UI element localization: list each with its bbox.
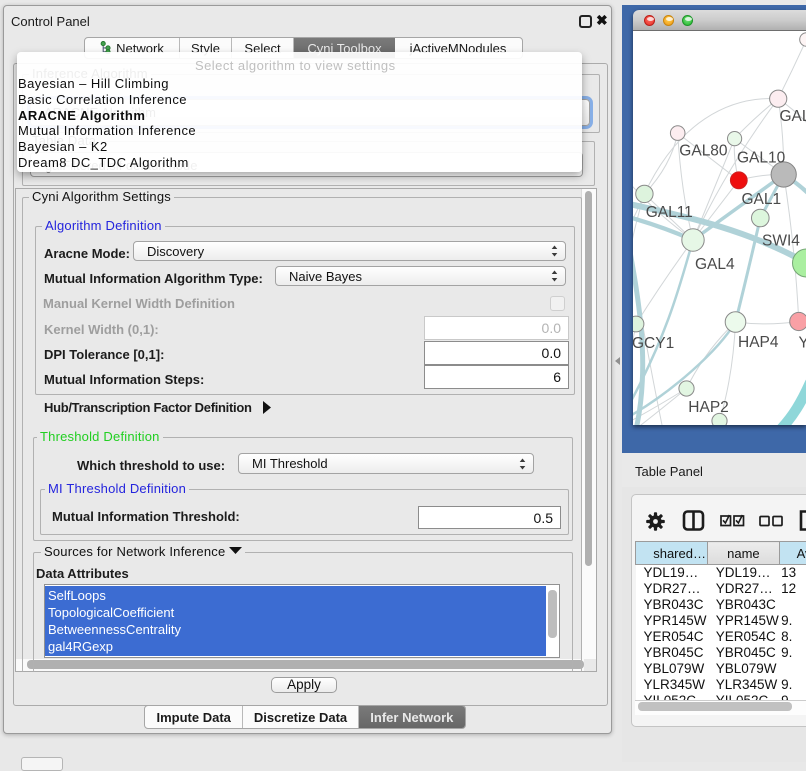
svg-text:YD: YD bbox=[799, 335, 806, 352]
svg-text:HAP4: HAP4 bbox=[738, 334, 779, 351]
svg-text:HAP2: HAP2 bbox=[688, 399, 729, 416]
svg-text:GAL11: GAL11 bbox=[646, 204, 693, 221]
svg-text:SWI4: SWI4 bbox=[762, 233, 800, 250]
svg-text:GAL10: GAL10 bbox=[737, 150, 786, 167]
svg-text:GAL2: GAL2 bbox=[780, 108, 806, 125]
svg-text:GAL80: GAL80 bbox=[679, 143, 728, 160]
svg-text:GCY1: GCY1 bbox=[633, 335, 674, 352]
svg-text:GAL4: GAL4 bbox=[695, 256, 735, 273]
svg-text:GAL1: GAL1 bbox=[742, 191, 782, 208]
